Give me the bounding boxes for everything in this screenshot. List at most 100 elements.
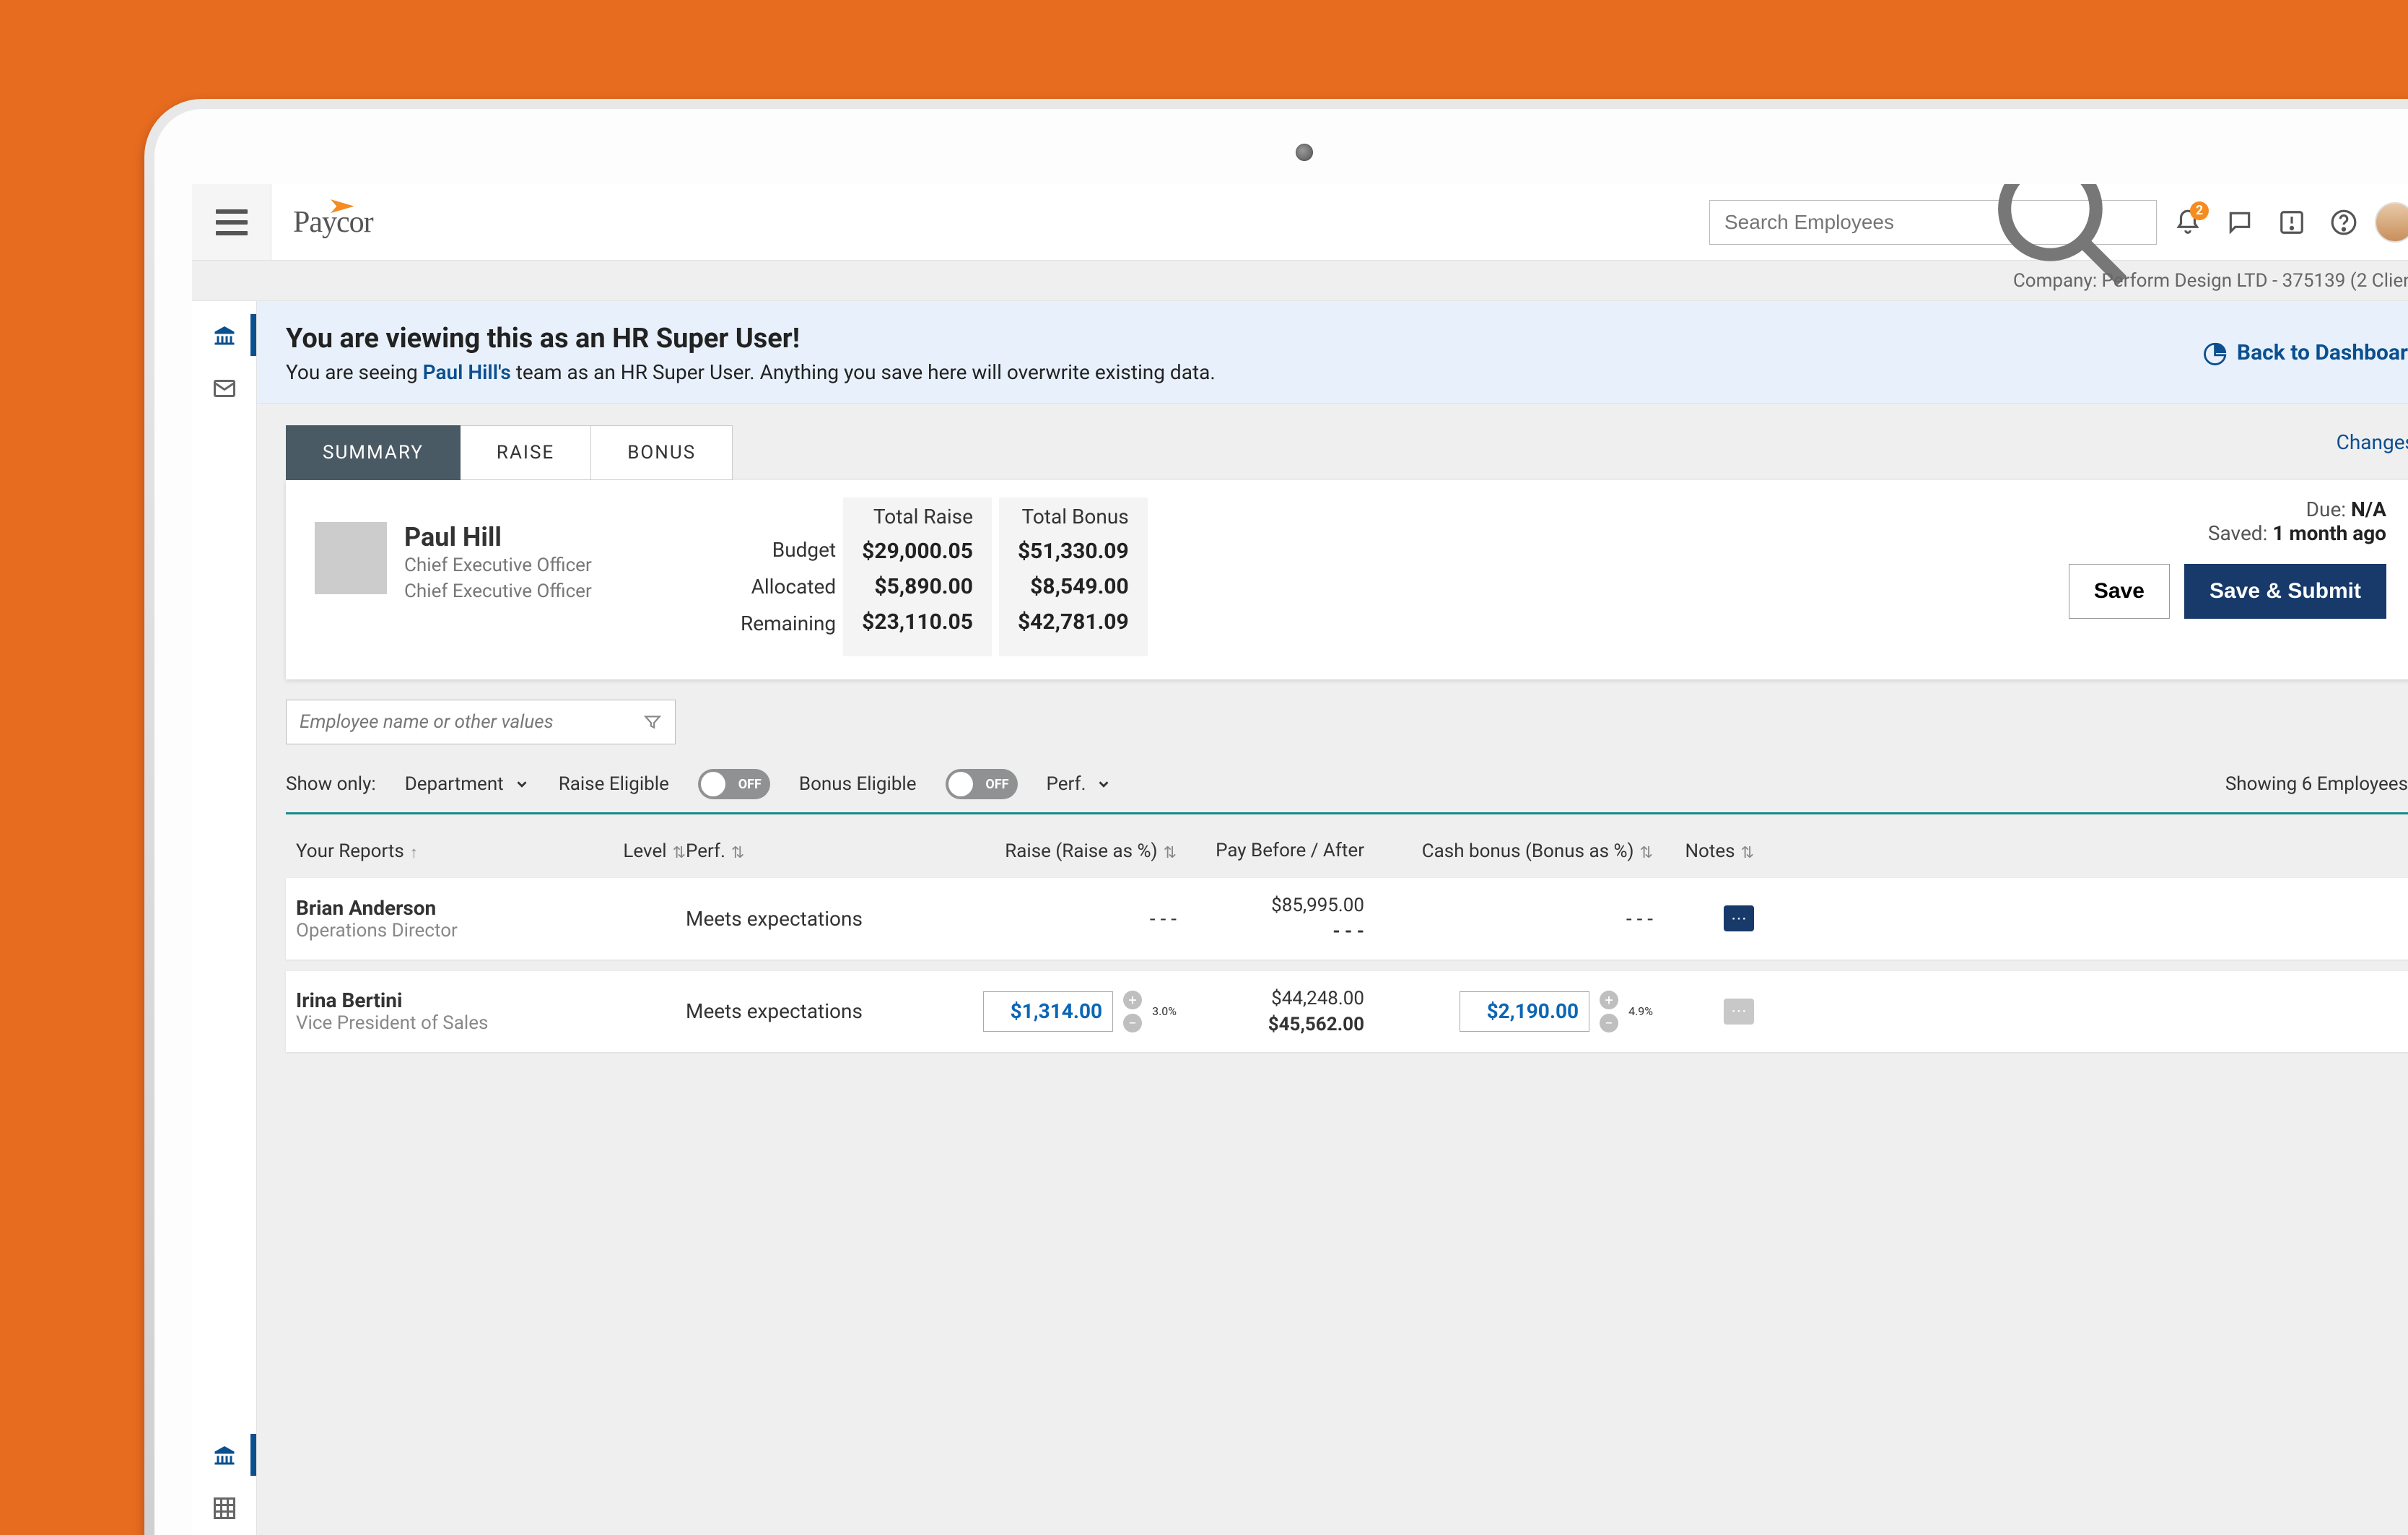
employee-title: Operations Director bbox=[296, 920, 570, 942]
plus-icon[interactable]: + bbox=[1600, 991, 1618, 1009]
raise-budget: $29,000.05 bbox=[862, 539, 973, 564]
app-screen: ➤ Paycor 2 bbox=[192, 184, 2408, 1535]
rail-item-compensation[interactable] bbox=[192, 1428, 256, 1482]
left-rail bbox=[192, 301, 257, 1535]
search-box[interactable] bbox=[1709, 200, 2157, 245]
summary-person: Paul Hill Chief Executive Officer Chief … bbox=[315, 522, 712, 605]
help-button[interactable] bbox=[2323, 201, 2365, 243]
th-reports[interactable]: Your Reports ↑ bbox=[296, 840, 570, 862]
company-context-text: Company: Perform Design LTD - 375139 (2 … bbox=[2013, 270, 2408, 292]
cell-raise: $1,314.00+−3.0% bbox=[931, 991, 1177, 1032]
bonus-eligible-label: Bonus Eligible bbox=[799, 773, 917, 795]
sort-icon: ⇅ bbox=[1164, 844, 1177, 862]
th-notes[interactable]: Notes ⇅ bbox=[1653, 840, 1754, 862]
rail-item-grid[interactable] bbox=[192, 1482, 256, 1535]
help-icon bbox=[2330, 209, 2357, 236]
table-row: Brian AndersonOperations DirectorMeets e… bbox=[286, 878, 2408, 960]
person-photo bbox=[315, 522, 387, 594]
tabs: SUMMARY RAISE BONUS bbox=[286, 425, 733, 480]
cell-pay: $44,248.00$45,562.00 bbox=[1177, 986, 1364, 1038]
sort-icon: ⇅ bbox=[673, 844, 686, 862]
show-only-label: Show only: bbox=[286, 773, 376, 795]
filter-icon bbox=[643, 713, 662, 731]
summary-card: Paul Hill Chief Executive Officer Chief … bbox=[286, 480, 2408, 679]
alert-icon bbox=[2278, 209, 2306, 236]
th-pay[interactable]: Pay Before / After bbox=[1177, 839, 1364, 864]
perf-dropdown[interactable]: Perf. bbox=[1047, 773, 1112, 795]
save-button[interactable]: Save bbox=[2069, 564, 2170, 619]
banner-user-link[interactable]: Paul Hill's bbox=[423, 360, 511, 384]
bonus-input[interactable]: $2,190.00 bbox=[1460, 991, 1589, 1032]
raise-eligible-toggle[interactable]: OFF bbox=[698, 769, 770, 799]
cell-bonus: - - - bbox=[1364, 907, 1653, 931]
bonus-stepper[interactable]: +− bbox=[1600, 991, 1618, 1032]
employee-title: Vice President of Sales bbox=[296, 1012, 570, 1034]
th-perf[interactable]: Perf. ⇅ bbox=[686, 840, 931, 862]
chevron-down-icon bbox=[514, 776, 530, 792]
raise-allocated: $5,890.00 bbox=[862, 574, 973, 599]
th-bonus[interactable]: Cash bonus (Bonus as %) ⇅ bbox=[1364, 840, 1653, 862]
cell-notes: ⋯ bbox=[1653, 905, 1754, 931]
messages-button[interactable] bbox=[2219, 201, 2261, 243]
bonus-pct: 4.9% bbox=[1628, 1004, 1653, 1018]
cell-bonus: $2,190.00+−4.9% bbox=[1364, 991, 1653, 1032]
raise-remaining: $23,110.05 bbox=[862, 609, 973, 635]
rail-item-org[interactable] bbox=[192, 308, 256, 362]
notifications-badge: 2 bbox=[2190, 201, 2209, 220]
changes-link[interactable]: Changes bbox=[2329, 430, 2408, 454]
th-level[interactable]: Level ⇅ bbox=[570, 840, 686, 862]
card-meta: Due: N/A Saved: 1 month ago bbox=[2208, 497, 2386, 545]
bonus-budget: $51,330.09 bbox=[1018, 539, 1129, 564]
alerts-button[interactable] bbox=[2271, 201, 2313, 243]
rail-item-mail[interactable] bbox=[192, 362, 256, 415]
banner-subtitle: You are seeing Paul Hill's team as an HR… bbox=[286, 360, 1216, 384]
table-row: Irina BertiniVice President of SalesMeet… bbox=[286, 971, 2408, 1053]
notes-button[interactable]: ⋯ bbox=[1724, 999, 1754, 1025]
employee-table: Your Reports ↑ Level ⇅ Perf. ⇅ Raise (Ra… bbox=[286, 825, 2408, 1052]
person-title-1: Chief Executive Officer bbox=[404, 552, 592, 578]
person-name: Paul Hill bbox=[404, 522, 592, 552]
super-user-banner: You are viewing this as an HR Super User… bbox=[257, 301, 2408, 404]
cell-perf: Meets expectations bbox=[686, 907, 931, 931]
department-dropdown[interactable]: Department bbox=[405, 773, 530, 795]
raise-eligible-label: Raise Eligible bbox=[559, 773, 669, 795]
bonus-value: - - - bbox=[1626, 907, 1653, 931]
summary-stats: Budget Allocated Remaining Total Raise $… bbox=[741, 497, 1148, 656]
table-header: Your Reports ↑ Level ⇅ Perf. ⇅ Raise (Ra… bbox=[286, 825, 2408, 878]
stats-labels: Budget Allocated Remaining bbox=[741, 497, 836, 656]
device-camera bbox=[1296, 144, 1313, 161]
notes-button[interactable]: ⋯ bbox=[1724, 905, 1754, 931]
save-submit-button[interactable]: Save & Submit bbox=[2184, 564, 2386, 619]
mail-icon bbox=[211, 375, 237, 401]
tab-summary[interactable]: SUMMARY bbox=[286, 425, 461, 480]
minus-icon[interactable]: − bbox=[1123, 1014, 1142, 1032]
menu-button[interactable] bbox=[216, 209, 248, 235]
device-frame: ➤ Paycor 2 bbox=[144, 99, 2408, 1535]
stats-bonus-col: Total Bonus $51,330.09 $8,549.00 $42,781… bbox=[999, 497, 1148, 656]
showing-count: Showing 6 Employees bbox=[2225, 773, 2408, 795]
back-to-dashboard-link[interactable]: Back to Dashboar bbox=[2204, 340, 2408, 365]
bank-icon bbox=[211, 322, 237, 348]
tab-raise[interactable]: RAISE bbox=[461, 425, 591, 480]
tabs-row: SUMMARY RAISE BONUS Changes bbox=[257, 404, 2408, 480]
raise-input[interactable]: $1,314.00 bbox=[983, 991, 1113, 1032]
minus-icon[interactable]: − bbox=[1600, 1014, 1618, 1032]
tab-bonus[interactable]: BONUS bbox=[591, 425, 733, 480]
pay-after: - - - bbox=[1177, 918, 1364, 944]
body: You are viewing this as an HR Super User… bbox=[192, 301, 2408, 1535]
plus-icon[interactable]: + bbox=[1123, 991, 1142, 1009]
employee-filter-input[interactable]: Employee name or other values bbox=[286, 700, 676, 744]
employee-name: Irina Bertini bbox=[296, 988, 570, 1012]
stats-raise-col: Total Raise $29,000.05 $5,890.00 $23,110… bbox=[843, 497, 992, 656]
chat-icon bbox=[2226, 209, 2254, 236]
bonus-allocated: $8,549.00 bbox=[1018, 574, 1129, 599]
user-avatar[interactable] bbox=[2375, 202, 2408, 243]
search-input[interactable] bbox=[1724, 211, 1985, 234]
th-raise[interactable]: Raise (Raise as %) ⇅ bbox=[931, 840, 1177, 862]
notifications-button[interactable]: 2 bbox=[2167, 201, 2209, 243]
brand-logo: ➤ Paycor bbox=[293, 205, 373, 240]
bonus-eligible-toggle[interactable]: OFF bbox=[946, 769, 1018, 799]
sort-icon: ⇅ bbox=[731, 844, 744, 862]
raise-stepper[interactable]: +− bbox=[1123, 991, 1142, 1032]
sort-asc-icon: ↑ bbox=[410, 843, 418, 862]
